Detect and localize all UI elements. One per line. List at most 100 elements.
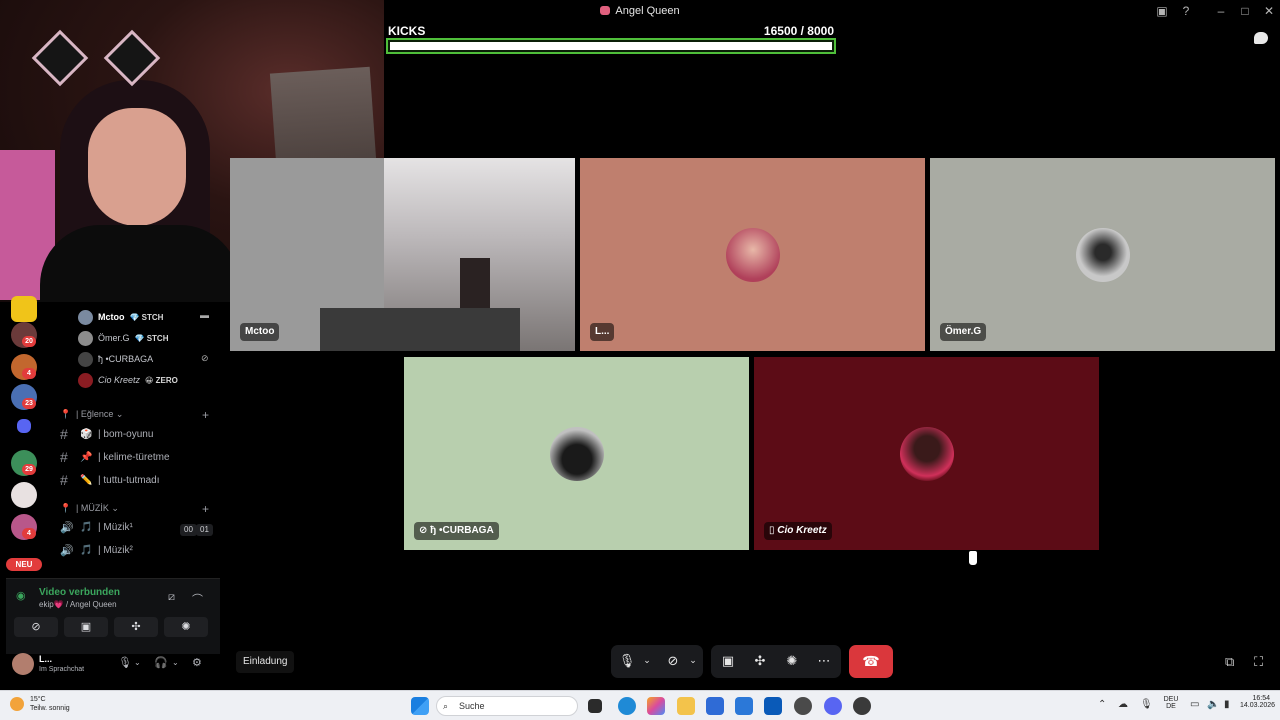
inbox-icon[interactable]: ▣ [1155,4,1169,18]
server-icon[interactable] [11,296,37,322]
soundboard-button[interactable]: ✺ [164,617,208,637]
participant-avatar [725,227,780,282]
clock-time: 16:54 [1252,695,1270,702]
video-tile[interactable]: ▯ Cio Kreetz [754,357,1099,550]
mail-icon[interactable] [735,697,753,715]
help-icon[interactable]: ? [1179,4,1193,18]
voice-user[interactable]: Mctoo 💎 STCH [78,308,163,326]
chevron-down-icon[interactable]: ⌄ [134,658,141,667]
network-icon[interactable]: ☁ [1118,699,1128,710]
language-indicator[interactable]: DEU DE [1160,696,1182,710]
activities-icon[interactable]: ✣ [751,653,769,669]
participant-avatar [899,426,954,481]
fullscreen-icon[interactable]: ⛶ [1254,654,1263,670]
server-badge: 23 [22,398,36,409]
screen-share-icon[interactable]: ▣ [719,653,737,669]
more-options-icon[interactable]: ⋯ [815,653,833,669]
camera-off-icon[interactable]: ⊘ [664,653,682,669]
channel-label: | Müzik² [98,545,133,556]
popout-icon[interactable]: ⧉ [1225,654,1234,670]
voice-user-tag: 😀 ZERO [145,375,178,385]
screen-share-button[interactable]: ▣ [64,617,108,637]
channel-list: Mctoo 💎 STCH Ömer.G 💎 STCH ђ •CURBAGA Cio … [46,302,222,577]
category-muzik[interactable]: 📍 | MÜZİK ⌄ + [60,502,209,516]
chevron-down-icon[interactable]: ⌄ [172,658,179,667]
voice-user-tag: 💎 STCH [134,333,169,343]
deafened-icon: ⊘ [419,525,431,536]
edge-icon[interactable] [618,697,636,715]
start-button-icon[interactable] [411,697,429,715]
discord-icon[interactable] [824,697,842,715]
voice-channel-muzik2[interactable]: 🔊 🎵 | Müzik² [60,544,133,557]
weather-widget[interactable]: 15°C Teilw. sonnig [10,695,70,713]
activities-button[interactable]: ✣ [114,617,158,637]
server-icon[interactable] [11,482,37,508]
headphones-icon[interactable]: 🎧 [154,656,168,669]
soundboard-icon[interactable]: ✺ [783,653,801,669]
channel-emoji: 🎲 [80,428,93,440]
chat-icon[interactable] [1254,32,1268,44]
server-list: 20 4 23 29 4 [0,296,46,577]
taskbar: 15°C Teilw. sonnig ⌕ Suche ⌃ ☁ 🎙 DEU DE ▭ … [0,690,1280,720]
video-tile[interactable]: Ömer.G [930,158,1275,351]
clock[interactable]: 16:54 14.03.2026 [1240,695,1275,709]
maximize-button[interactable]: □ [1238,4,1252,18]
kicks-count: 16500 / 8000 [763,24,834,38]
folder-icon[interactable] [17,419,31,433]
voice-channel-path[interactable]: ekip💗 / Angel Queen [39,600,117,609]
microphone-tray-icon[interactable]: 🎙 [1140,699,1153,710]
settings-gear-icon[interactable]: ⚙ [192,656,202,669]
volume-icon[interactable]: 🔈 [1207,699,1219,710]
minimize-button[interactable]: – [1214,4,1228,18]
category-eglence[interactable]: 📍 | Eğlence ⌄ + [60,408,209,422]
microphone-icon[interactable]: 🎙 [118,656,132,669]
keyboard-layout: DE [1166,703,1176,710]
video-tile[interactable]: L... [580,158,925,351]
file-explorer-icon[interactable] [677,697,695,715]
disconnect-call-button[interactable]: ☎ [849,645,893,678]
voice-user[interactable]: Ömer.G 💎 STCH [78,329,168,347]
task-view-icon[interactable] [588,699,602,713]
settings-icon[interactable] [794,697,812,715]
channel-bom-oyunu[interactable]: # 🎲 | bom-oyunu [60,426,153,442]
disconnect-icon[interactable]: ⌒ [192,591,203,607]
voice-user[interactable]: Cio Kreetz 😀 ZERO [78,371,178,389]
voice-user-name: Ömer.G [98,333,130,343]
video-tile[interactable]: ⊘ ђ •CURBAGA [404,357,749,550]
store-icon[interactable] [706,697,724,715]
avatar[interactable] [12,653,34,675]
app-icon[interactable] [764,697,782,715]
channel-tuttu-tutmadi[interactable]: # ✏️ | tuttu-tutmadı [60,472,160,488]
display-icon[interactable]: ▭ [1190,699,1199,710]
microphone-icon[interactable]: 🎙 [618,653,636,669]
streamer-body [40,225,240,302]
video-tile[interactable]: Mctoo [230,158,575,351]
tray-overflow-icon[interactable]: ⌃ [1098,699,1106,710]
voice-user-tag: 💎 STCH [129,312,164,322]
category-label: | Eğlence ⌄ [76,409,124,419]
server-badge: 29 [22,464,36,475]
close-button[interactable]: ✕ [1262,4,1276,18]
channel-emoji: 📌 [80,451,93,463]
app-icon[interactable] [853,697,871,715]
search-icon: ⌕ [443,701,449,711]
taskbar-search[interactable]: ⌕ Suche [436,696,578,716]
username: L... [39,654,52,664]
add-channel-icon[interactable]: + [202,408,209,422]
battery-icon[interactable]: ▮ [1224,699,1230,710]
chevron-down-icon[interactable]: ⌄ [684,655,702,666]
kicks-progress-bar [386,38,836,54]
participant-name-text: ђ •CURBAGA [430,525,494,536]
window-title-text: Angel Queen [615,5,680,17]
camera-toggle-button[interactable]: ⊘ [14,617,58,637]
chevron-down-icon[interactable]: ⌄ [638,655,656,666]
channel-label: | bom-oyunu [98,428,154,440]
copilot-icon[interactable] [647,697,665,715]
noise-suppression-icon[interactable]: ⧄ [168,591,175,604]
language-code: DEU [1163,696,1179,703]
add-channel-icon[interactable]: + [202,502,209,516]
voice-channel-muzik1[interactable]: 🔊 🎵 | Müzik¹ [60,521,133,534]
channel-kelime-turetme[interactable]: # 📌 | kelime-türetme [60,449,170,465]
invite-button[interactable]: Einladung [236,651,295,673]
voice-user[interactable]: ђ •CURBAGA [78,350,153,368]
